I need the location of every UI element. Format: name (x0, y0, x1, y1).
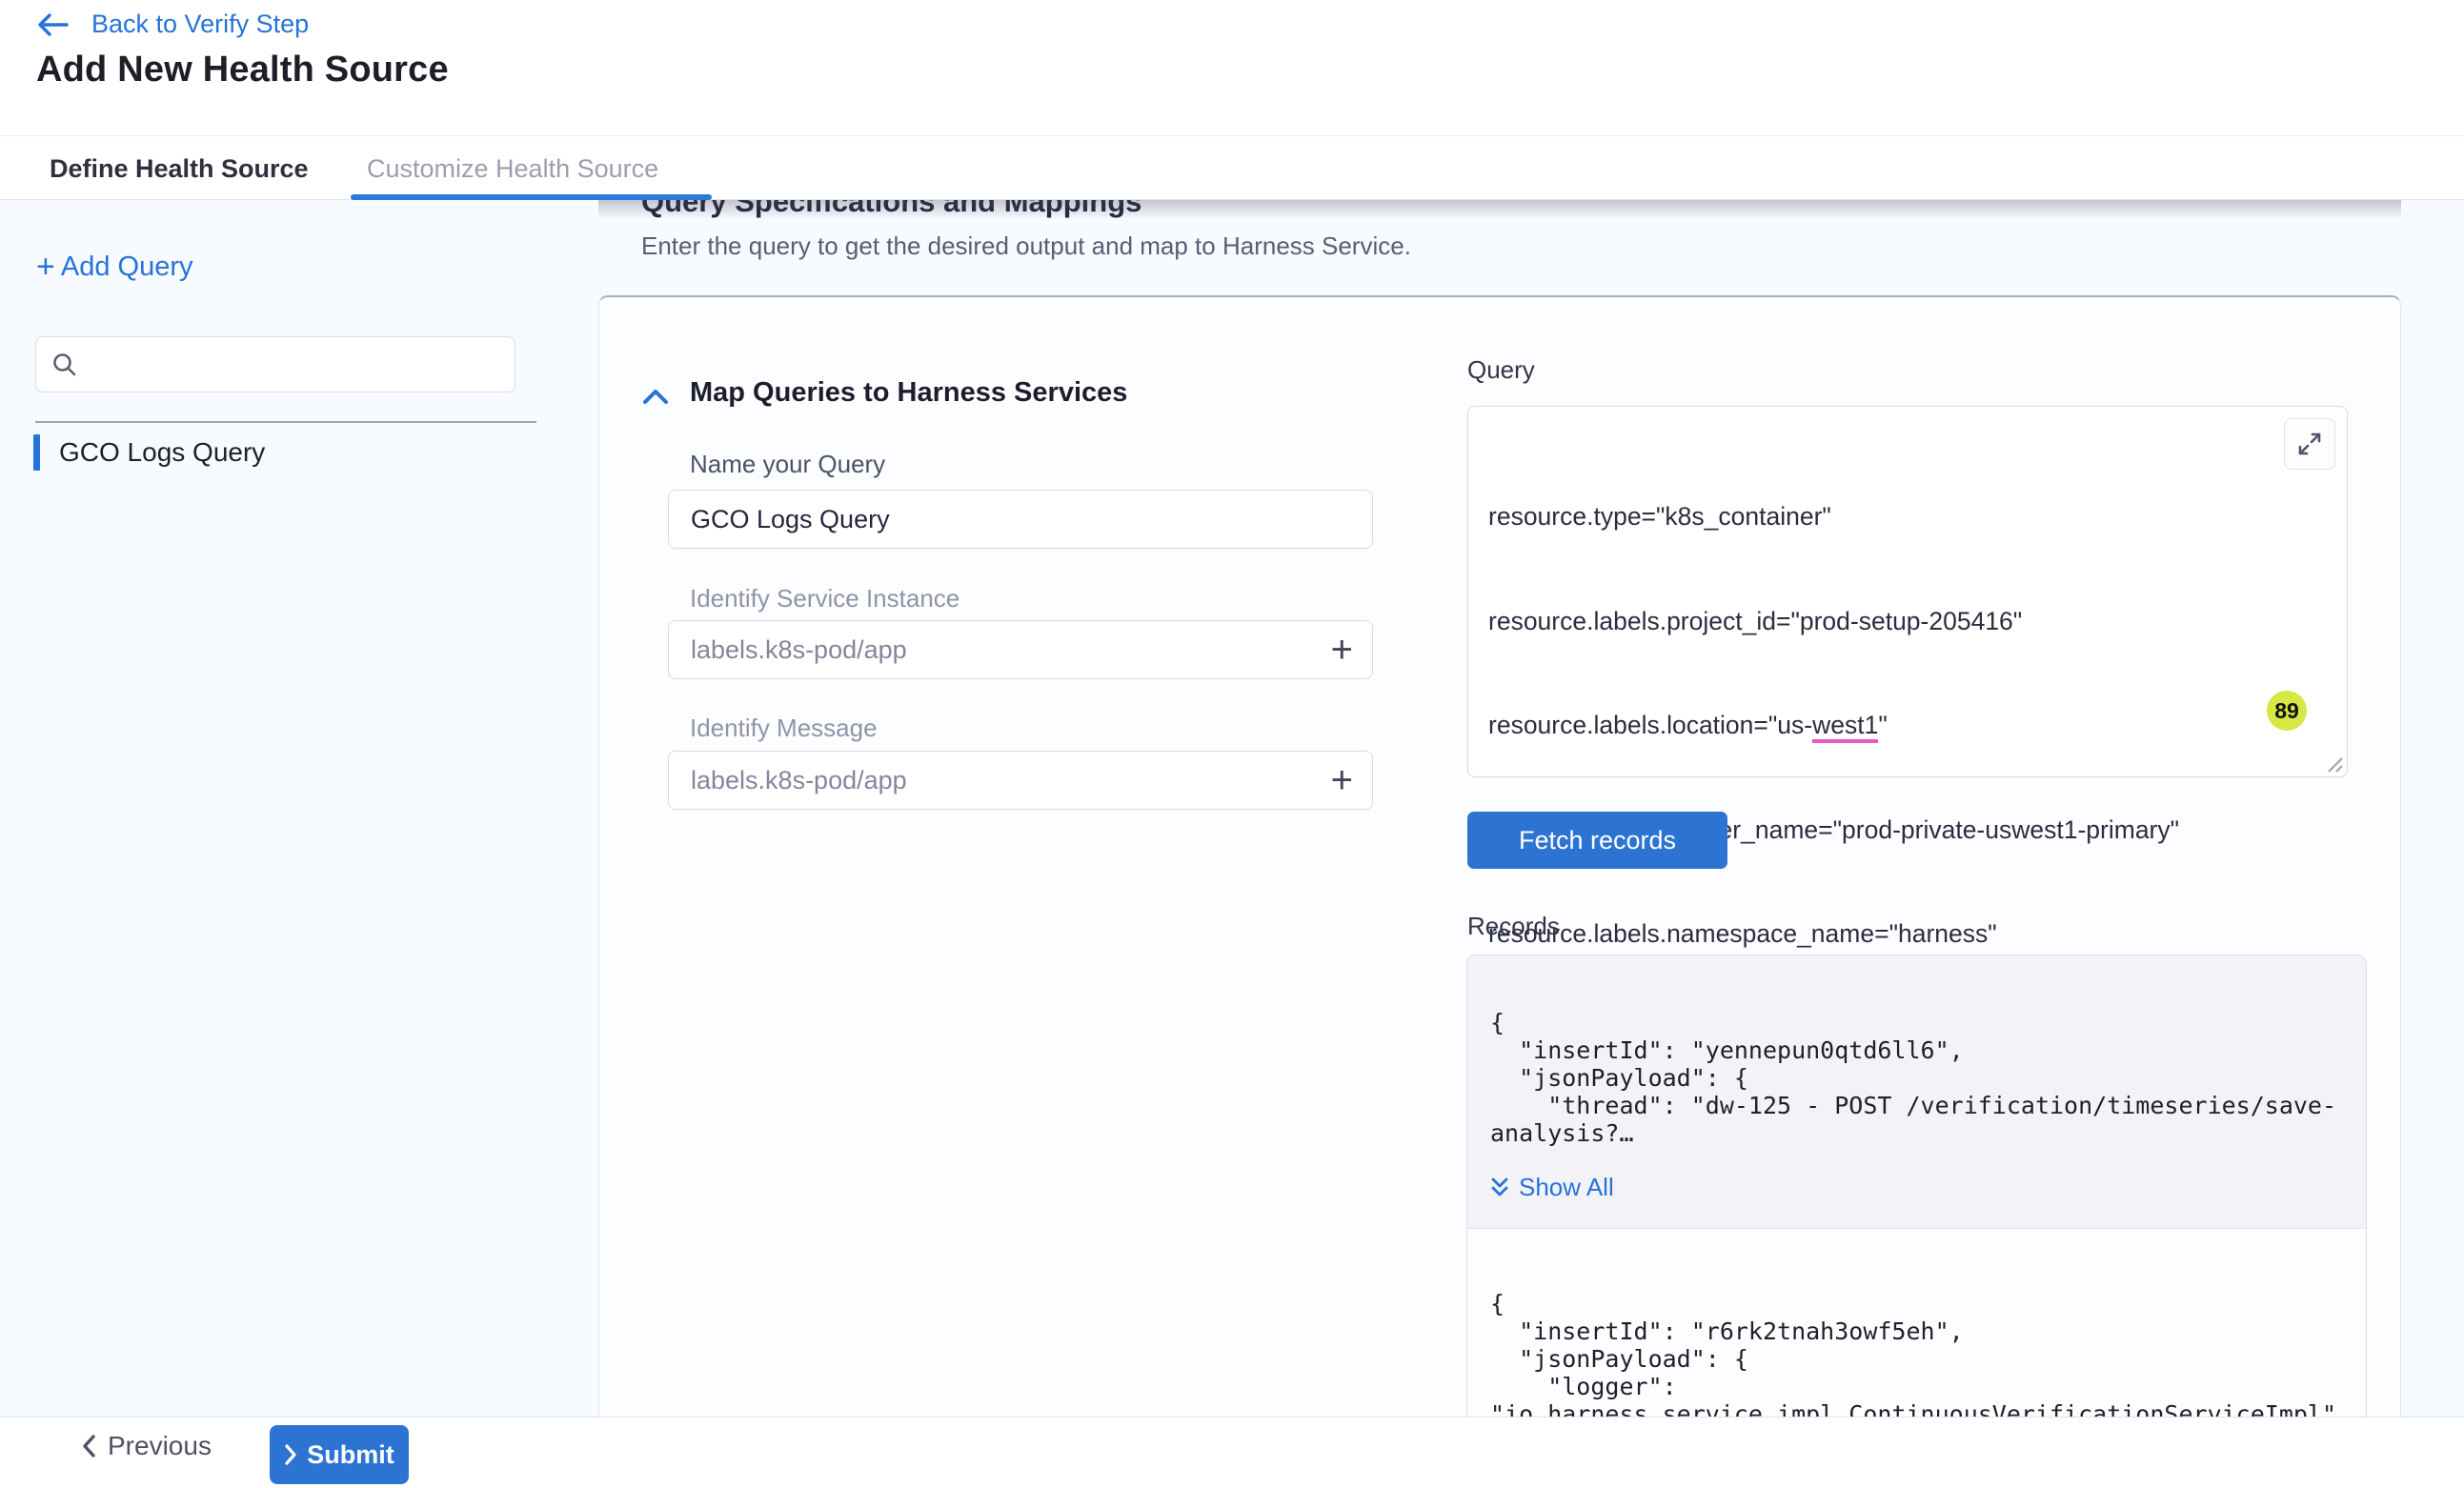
double-chevron-down-icon (1490, 1176, 1509, 1199)
service-instance-field-wrap: + (668, 620, 1373, 679)
char-count-badge: 89 (2267, 691, 2307, 731)
back-arrow-icon (36, 11, 69, 38)
section-subtitle: Enter the query to get the desired outpu… (641, 231, 1411, 261)
section-heading: Query Specifications and Mappings (641, 200, 1141, 219)
active-tab-underline (351, 194, 712, 200)
show-all-label: Show All (1519, 1174, 1614, 1201)
search-icon (51, 352, 78, 378)
chevron-left-icon (81, 1434, 96, 1458)
records-label: Records (1467, 912, 1560, 941)
map-queries-title: Map Queries to Harness Services (690, 377, 1127, 409)
identify-message-label: Identify Message (690, 714, 878, 743)
query-textarea[interactable]: resource.type="k8s_container" resource.l… (1467, 406, 2348, 777)
add-message-path-icon[interactable]: + (1331, 766, 1353, 794)
sidebar-divider (35, 421, 536, 423)
show-all-link[interactable]: Show All (1490, 1174, 2343, 1201)
message-field-wrap: + (668, 751, 1373, 810)
record-item-1: { "insertId": "yennepun0qtd6ll6", "jsonP… (1467, 955, 2366, 1229)
page-header: Back to Verify Step Add New Health Sourc… (0, 0, 2464, 136)
query-name-field-wrap (668, 490, 1373, 549)
page-title: Add New Health Source (36, 50, 449, 90)
spellcheck-underline: west1 (1812, 711, 1878, 743)
record-item-2: { "insertId": "r6rk2tnah3owf5eh", "jsonP… (1467, 1229, 2366, 1417)
query-label: Query (1467, 355, 1535, 385)
fetch-records-button[interactable]: Fetch records (1467, 812, 1727, 869)
service-instance-input[interactable] (691, 635, 1331, 665)
footer-bar: Previous Submit (0, 1417, 2464, 1488)
add-service-instance-path-icon[interactable]: + (1331, 635, 1353, 664)
add-health-source-page: Back to Verify Step Add New Health Sourc… (0, 0, 2464, 1488)
identify-service-instance-label: Identify Service Instance (690, 584, 959, 613)
plus-icon: + (36, 253, 55, 281)
content-area: Query Specifications and Mappings Enter … (0, 200, 2464, 1417)
tab-define-health-source[interactable]: Define Health Source (50, 137, 309, 200)
add-query-button[interactable]: + Add Query (36, 251, 193, 283)
previous-button[interactable]: Previous (81, 1431, 212, 1461)
message-input[interactable] (691, 766, 1331, 795)
previous-label: Previous (108, 1431, 212, 1461)
fullscreen-icon (2296, 431, 2323, 457)
chevron-right-icon (284, 1443, 297, 1466)
query-item-label: GCO Logs Query (59, 437, 265, 468)
query-name-input[interactable] (691, 505, 1353, 534)
tab-customize-health-source[interactable]: Customize Health Source (367, 137, 658, 200)
tab-bar: Define Health Source Customize Health So… (0, 137, 2464, 200)
expand-query-button[interactable] (2284, 418, 2335, 470)
query-search-box (35, 336, 515, 392)
submit-button[interactable]: Submit (270, 1425, 409, 1484)
query-mapping-panel: Map Queries to Harness Services Name you… (598, 295, 2401, 1417)
submit-label: Submit (307, 1440, 394, 1470)
back-link[interactable]: Back to Verify Step (36, 10, 309, 39)
search-input[interactable] (90, 350, 490, 379)
name-your-query-label: Name your Query (690, 450, 885, 479)
selected-indicator-bar (33, 434, 40, 471)
collapse-section-button[interactable] (641, 387, 670, 412)
records-container: { "insertId": "yennepun0qtd6ll6", "jsonP… (1466, 955, 2367, 1417)
sidebar-item-gco-logs-query[interactable]: GCO Logs Query (33, 434, 265, 471)
add-query-label: Add Query (61, 251, 193, 283)
back-link-label: Back to Verify Step (91, 10, 309, 39)
textarea-resize-handle[interactable] (2325, 754, 2344, 774)
